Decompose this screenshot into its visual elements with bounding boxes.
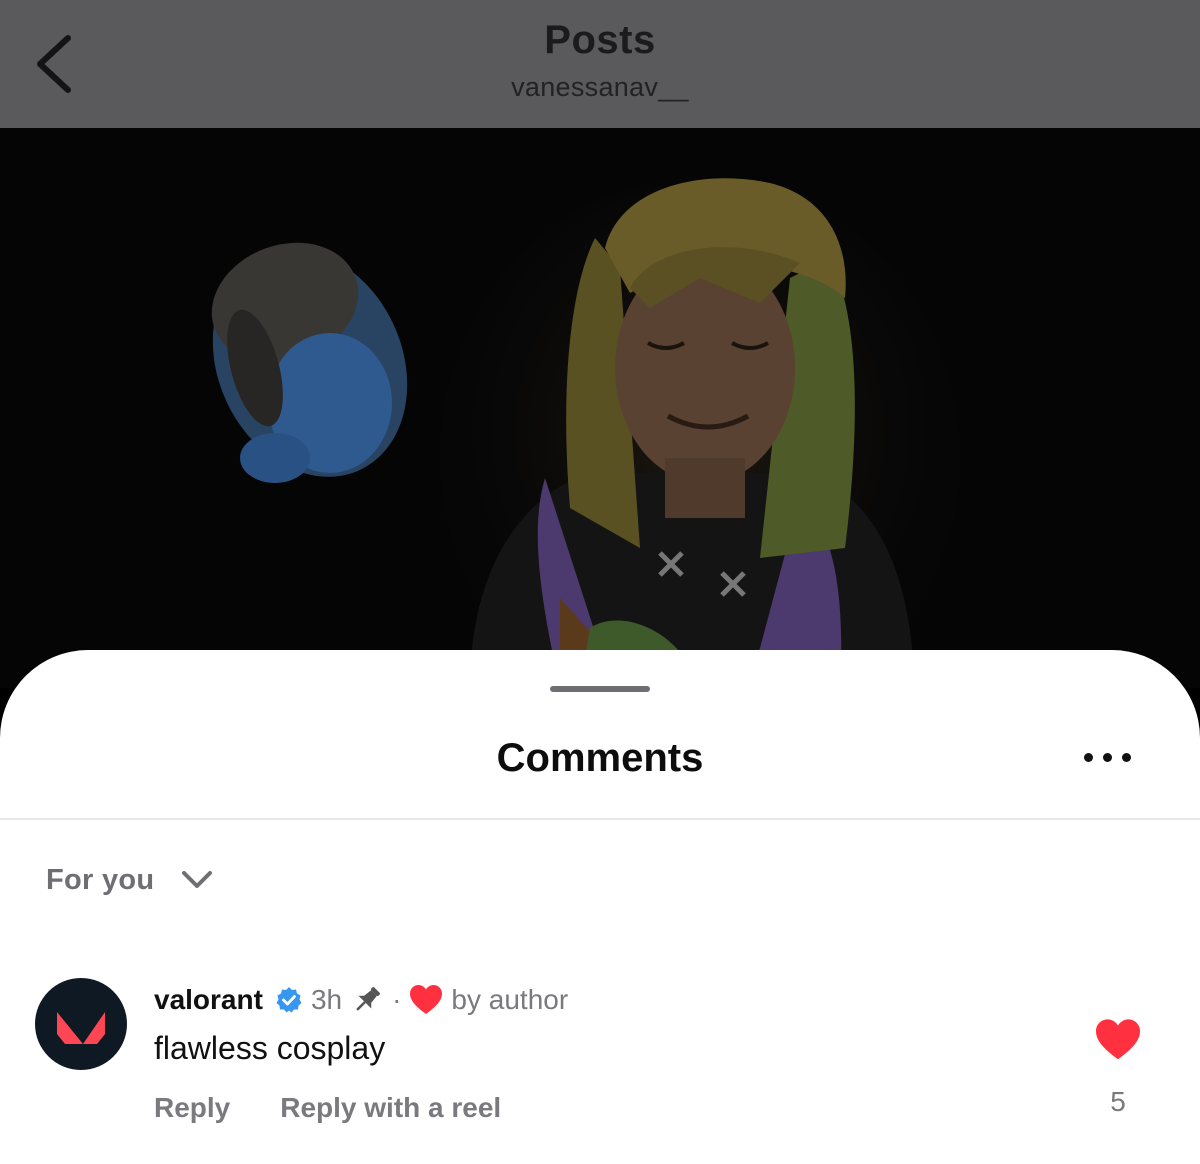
drag-handle[interactable]	[550, 686, 650, 692]
page-title: Posts	[544, 18, 656, 62]
like-count: 5	[1110, 1086, 1126, 1117]
sort-label: For you	[46, 863, 155, 896]
comment-text: flawless cosplay	[154, 1030, 386, 1066]
divider	[0, 818, 1200, 820]
avatar[interactable]	[35, 978, 127, 1070]
meta-separator: ·	[392, 984, 402, 1015]
comments-sheet: Comments For you valorant 3h · by author…	[0, 650, 1200, 1164]
liked-by-author-label: by author	[451, 984, 569, 1015]
post-image[interactable]	[0, 128, 1200, 688]
verified-badge-icon	[276, 987, 302, 1013]
comment-time: 3h	[310, 984, 343, 1015]
post-photo	[0, 128, 1200, 688]
comment-meta: valorant 3h · by author	[154, 980, 568, 1020]
post-author-username[interactable]: vanessanav__	[0, 72, 1200, 103]
like-button[interactable]	[1094, 1018, 1142, 1062]
comment-username[interactable]: valorant	[154, 984, 263, 1016]
heart-filled-icon	[410, 985, 443, 1014]
sort-dropdown[interactable]: For you	[46, 858, 214, 902]
more-options-button[interactable]	[1080, 742, 1136, 772]
valorant-logo-icon	[57, 1012, 105, 1044]
reply-with-reel-button[interactable]: Reply with a reel	[280, 1092, 501, 1124]
more-horizontal-icon	[1084, 753, 1093, 762]
heart-filled-icon	[1096, 1019, 1140, 1060]
comment-actions: Reply Reply with a reel	[154, 1092, 501, 1124]
chevron-down-icon	[182, 871, 213, 888]
reply-button[interactable]: Reply	[154, 1092, 230, 1124]
pin-icon	[356, 986, 381, 1011]
top-nav-bar: Posts vanessanav__	[0, 0, 1200, 128]
comments-title: Comments	[496, 736, 704, 780]
